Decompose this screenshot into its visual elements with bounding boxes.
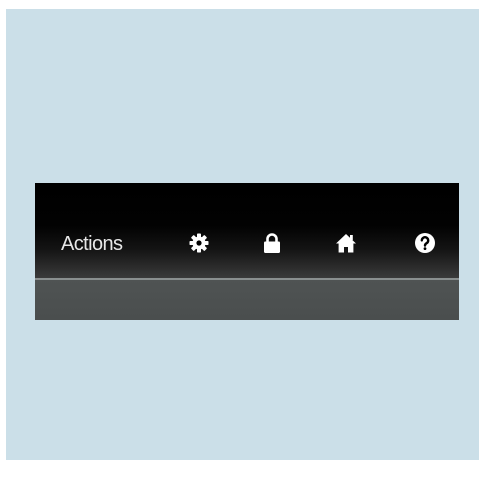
gear-icon[interactable] xyxy=(187,231,211,255)
help-icon[interactable] xyxy=(413,231,437,255)
action-toolbar: Actions xyxy=(35,183,459,320)
actions-menu-button[interactable]: Actions xyxy=(61,232,123,256)
lock-icon[interactable] xyxy=(260,231,284,255)
toolbar-bottom-bar xyxy=(35,280,459,320)
toolbar-top-bar xyxy=(35,183,459,278)
home-icon[interactable] xyxy=(334,231,358,255)
